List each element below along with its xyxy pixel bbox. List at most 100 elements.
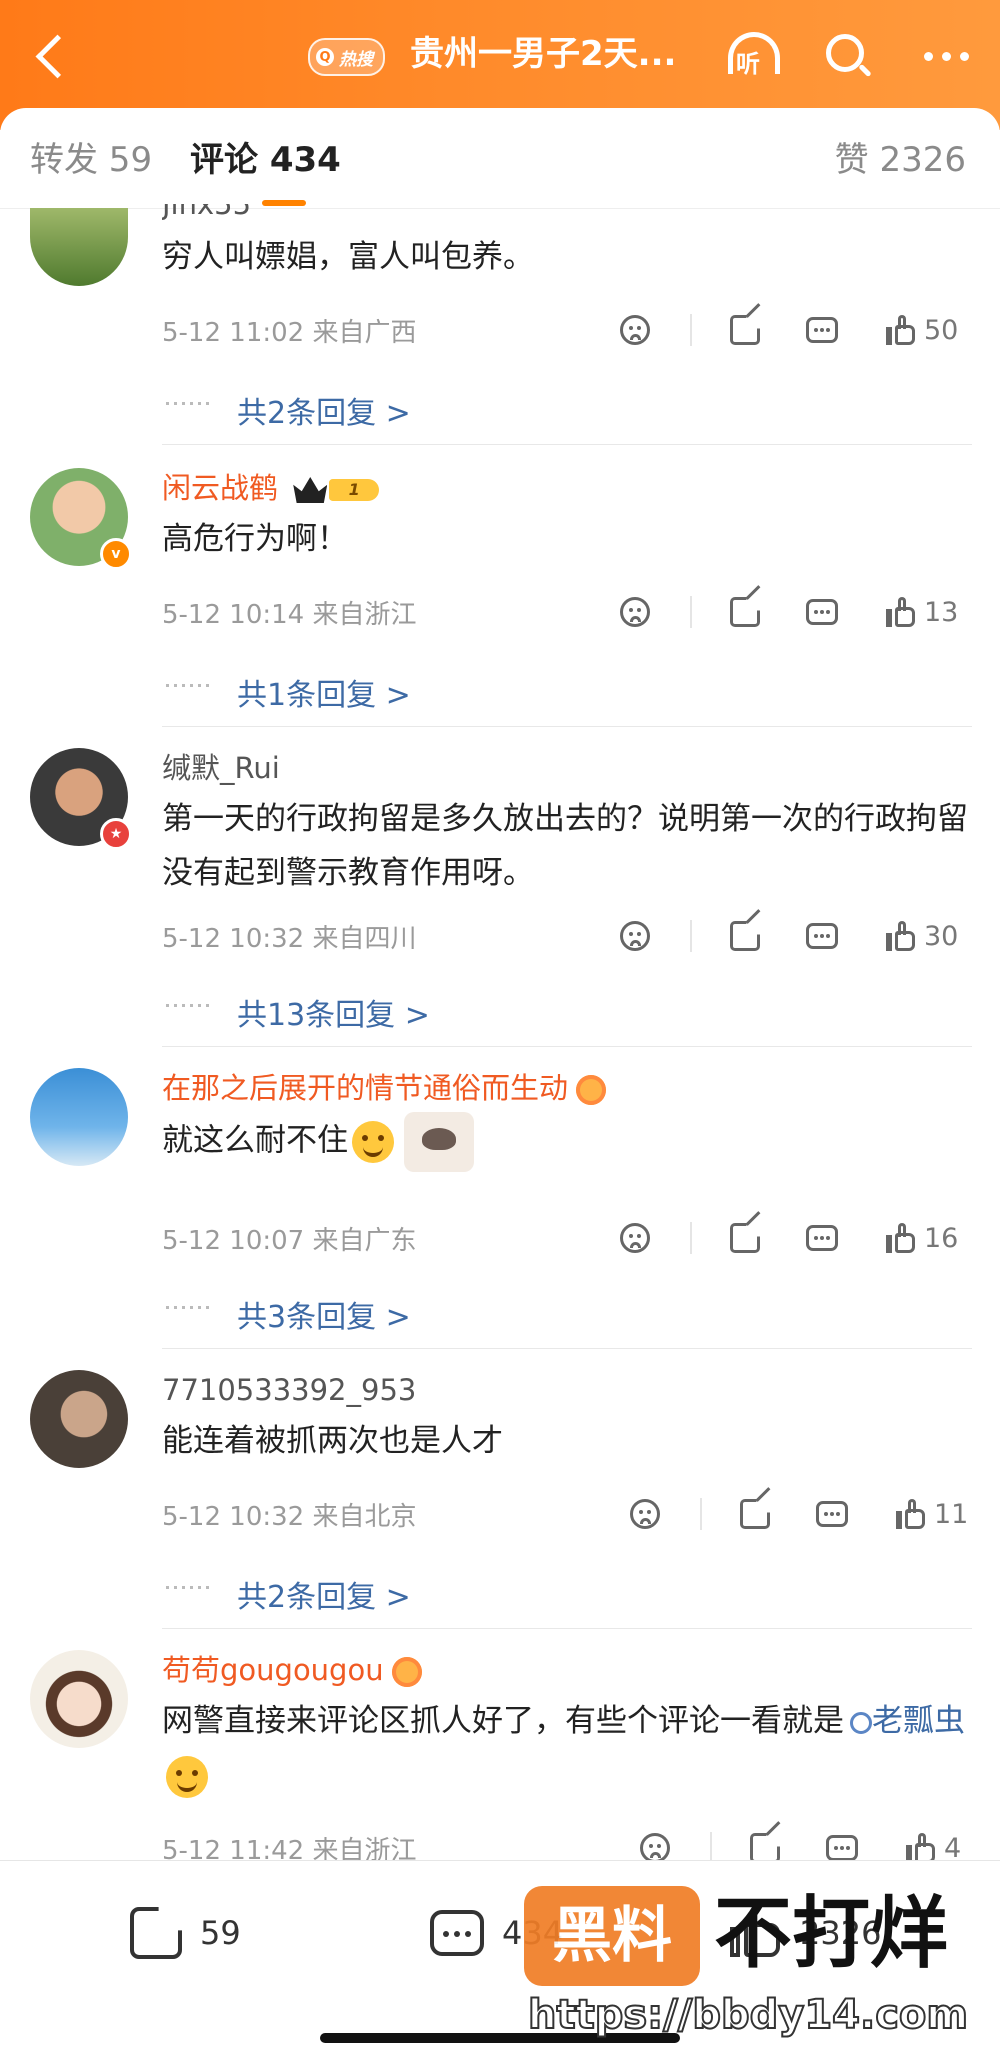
watermark-logo: 黑料 <box>524 1886 700 1986</box>
dislike-button[interactable] <box>620 592 650 632</box>
comment-text: 能连着被抓两次也是人才 <box>162 1423 503 1459</box>
replies-count: 共3条回复 > <box>237 1300 411 1335</box>
replies-link[interactable]: 共13条回复 > <box>162 974 972 1047</box>
comment-actions: 13 <box>620 585 980 632</box>
thumbs-up-icon <box>886 1223 916 1253</box>
commenter-name[interactable]: 7710533392_953 <box>162 1372 416 1408</box>
commenter-name[interactable]: 在那之后展开的情节通俗而生动 <box>162 1070 607 1106</box>
repost-button[interactable]: 59 <box>130 1903 241 1963</box>
like-button[interactable]: 11 <box>896 1494 968 1534</box>
like-count: 16 <box>924 1222 959 1254</box>
tab-bar: 转发 59 评论 434 赞 2326 <box>0 108 1000 209</box>
comment-actions: 50 <box>620 303 980 350</box>
dislike-button[interactable] <box>630 1494 660 1534</box>
comment-actions: 30 <box>620 909 980 956</box>
comment-meta: 5-12 10:32 来自四川 <box>162 924 417 954</box>
like-count: 11 <box>934 1498 969 1530</box>
avatar[interactable] <box>30 1650 128 1748</box>
like-button[interactable]: 50 <box>886 310 958 350</box>
comment-actions: 11 <box>630 1487 990 1534</box>
replies-link[interactable]: 共3条回复 > <box>162 1276 972 1349</box>
avatar[interactable] <box>30 208 128 286</box>
comment-text: 就这么耐不住 <box>162 1112 972 1172</box>
dislike-face-icon <box>620 1223 650 1253</box>
thumbs-up-icon <box>886 315 916 345</box>
replies-count: 共13条回复 > <box>237 998 430 1033</box>
comment-bubble-icon <box>826 1835 858 1861</box>
verified-badge-icon: ★ <box>100 818 132 850</box>
share-icon <box>130 1907 182 1959</box>
comment-text: 高危行为啊！ <box>162 521 348 557</box>
comment-bubble-icon <box>816 1501 848 1527</box>
commenter-name[interactable]: 闲云战鹤 1 <box>162 470 383 506</box>
search-link-text[interactable]: 老瓢虫 <box>872 1703 965 1739</box>
verified-badge-icon: v <box>100 538 132 570</box>
laughing-emoji-icon <box>166 1755 208 1798</box>
like-button[interactable]: 13 <box>886 592 958 632</box>
share-icon <box>730 315 760 345</box>
back-button[interactable] <box>22 26 82 86</box>
like-count: 30 <box>924 920 959 952</box>
like-button[interactable]: 16 <box>886 1218 958 1258</box>
active-tab-indicator <box>262 200 306 206</box>
comment-bubble-icon <box>806 1225 838 1251</box>
comment-bubble-icon <box>806 923 838 949</box>
comment-text: 网警直接来评论区抓人好了，有些个评论一看就是 老瓢虫 <box>162 1694 972 1802</box>
thumbs-up-icon <box>896 1499 926 1529</box>
tab-comment[interactable]: 评论 434 <box>190 140 341 180</box>
dislike-button[interactable] <box>620 916 650 956</box>
comment-text: 第一天的行政拘留是多久放出去的？说明第一次的行政拘留没有起到警示教育作用呀。 <box>162 801 968 891</box>
back-arrow-icon <box>35 34 79 78</box>
share-button[interactable] <box>730 303 761 350</box>
search-icon: Q <box>316 48 334 66</box>
share-icon <box>750 1833 780 1863</box>
search-button[interactable] <box>822 30 874 82</box>
topic-title[interactable]: 贵州一男子2天... <box>410 30 676 78</box>
tab-like[interactable]: 赞 2326 <box>835 140 966 180</box>
repost-count: 59 <box>200 1914 241 1952</box>
tab-repost[interactable]: 转发 59 <box>30 140 152 180</box>
share-button[interactable] <box>730 1211 761 1258</box>
comment-actions: 16 <box>620 1211 980 1258</box>
comment-meta: 5-12 11:02 来自广西 <box>162 318 417 348</box>
commenter-name[interactable]: 缄默_Rui <box>162 750 280 786</box>
commenter-name[interactable]: 苟苟gougougou <box>162 1652 422 1688</box>
vip-level-badge-icon: 1 <box>293 475 383 505</box>
dislike-face-icon <box>620 315 650 345</box>
dislike-face-icon <box>620 921 650 951</box>
search-link-icon[interactable] <box>850 1711 872 1734</box>
like-button[interactable]: 30 <box>886 916 958 956</box>
member-medal-icon <box>391 1657 422 1687</box>
share-button[interactable] <box>740 1487 771 1534</box>
thumbs-up-icon <box>906 1833 936 1863</box>
reply-button[interactable] <box>806 1218 838 1258</box>
share-button[interactable] <box>730 909 761 956</box>
comment-bubble-icon <box>806 317 838 343</box>
member-medal-icon <box>576 1075 607 1105</box>
dislike-button[interactable] <box>620 310 650 350</box>
more-options-button[interactable] <box>910 28 982 84</box>
share-icon <box>730 597 760 627</box>
watermark-url: https://bbdy14.com <box>527 1991 969 2039</box>
replies-link[interactable]: 共2条回复 > <box>162 372 972 445</box>
replies-link[interactable]: 共2条回复 > <box>162 1556 972 1629</box>
comment-meta: 5-12 10:32 来自北京 <box>162 1502 417 1532</box>
reply-button[interactable] <box>816 1494 848 1534</box>
listen-button[interactable]: 听 <box>722 28 788 84</box>
comment-bubble-icon <box>430 1910 484 1956</box>
avatar[interactable] <box>30 1068 128 1166</box>
share-button[interactable] <box>730 585 761 632</box>
reply-button[interactable] <box>806 310 838 350</box>
reply-button[interactable] <box>806 916 838 956</box>
avatar[interactable] <box>30 1370 128 1468</box>
reply-button[interactable] <box>806 592 838 632</box>
replies-count: 共2条回复 > <box>237 1580 411 1615</box>
hot-search-badge[interactable]: Q 热搜 <box>308 38 385 76</box>
dislike-button[interactable] <box>620 1218 650 1258</box>
like-count: 13 <box>924 596 959 628</box>
dislike-face-icon <box>620 597 650 627</box>
listen-label: 听 <box>736 50 760 78</box>
dislike-face-icon <box>640 1833 670 1863</box>
replies-link[interactable]: 共1条回复 > <box>162 654 972 727</box>
grin-emoji-icon <box>352 1121 394 1163</box>
